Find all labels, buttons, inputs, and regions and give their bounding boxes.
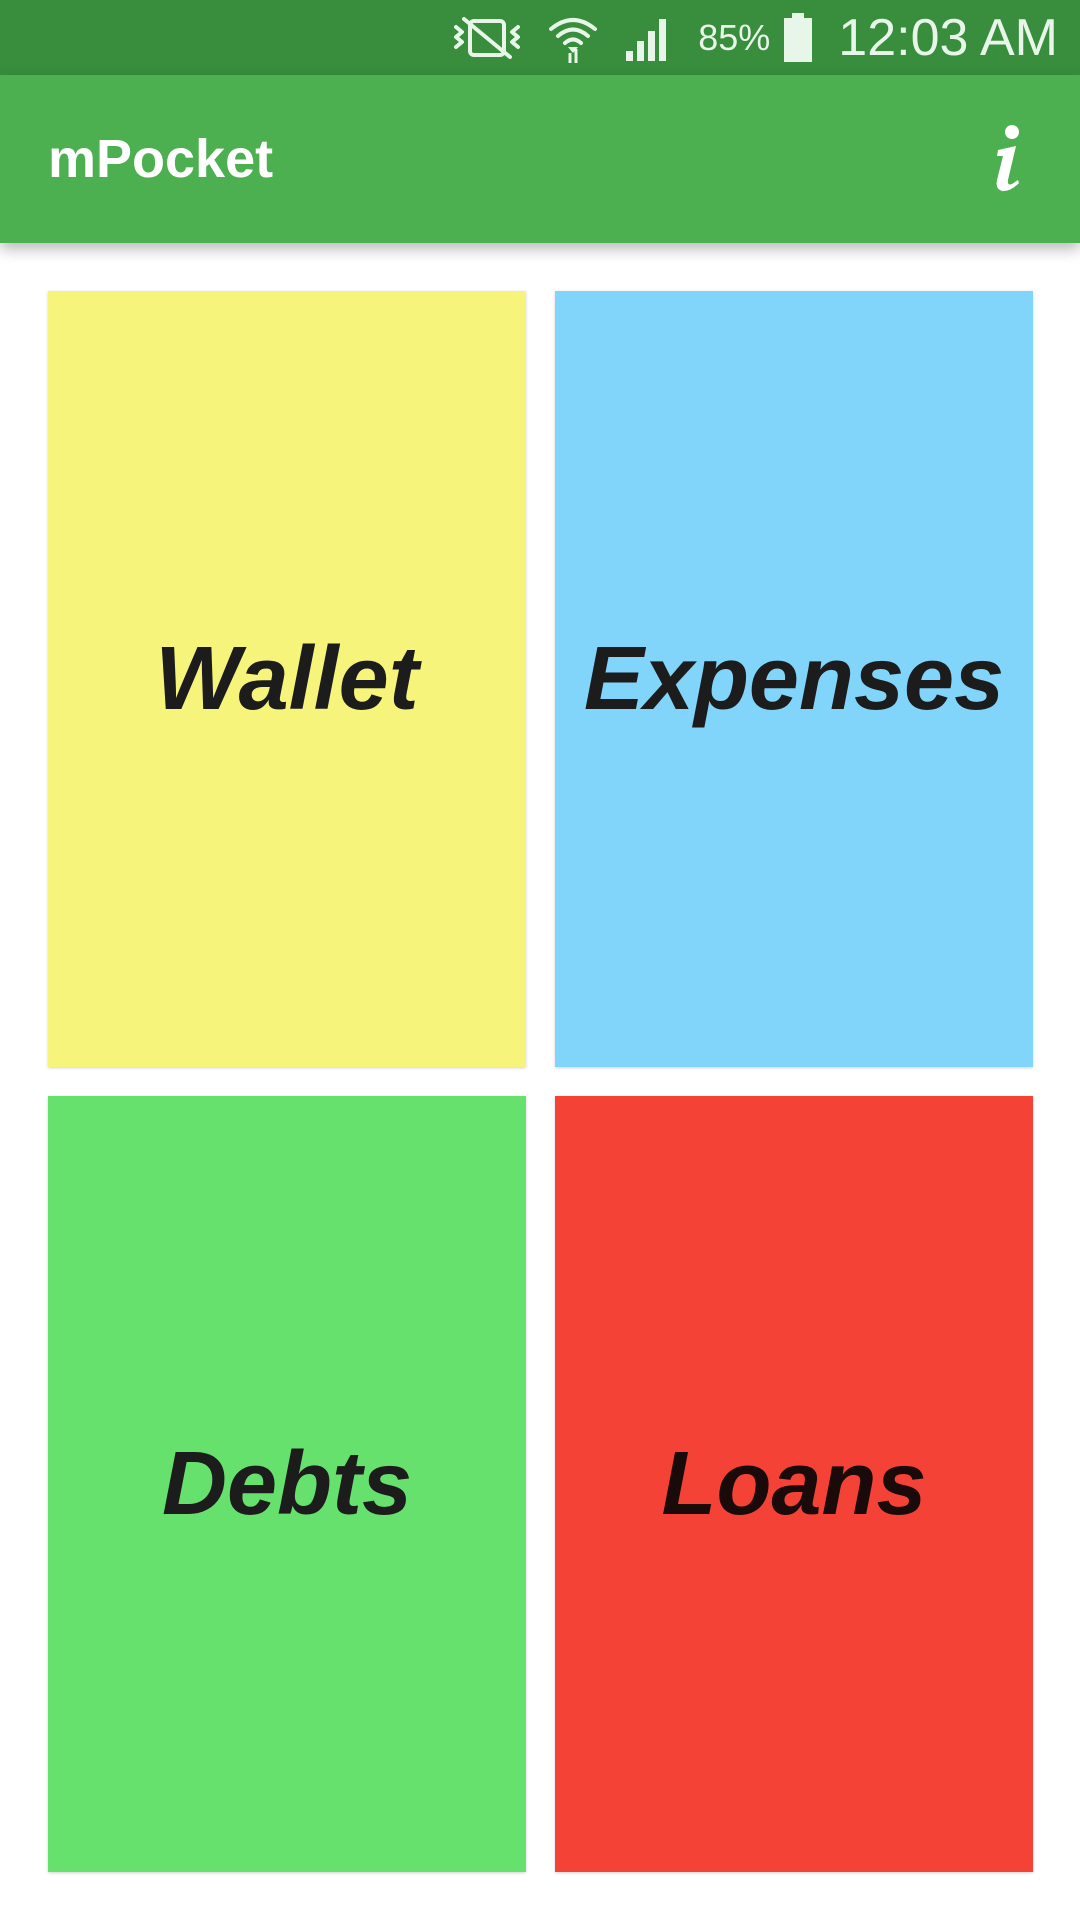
status-time: 12:03 AM <box>838 8 1058 67</box>
battery-percent: 85% <box>698 16 771 58</box>
vibrate-mute-icon <box>452 15 522 61</box>
status-bar: 85% 12:03 AM <box>0 0 1080 75</box>
loans-label: Loans <box>661 1433 927 1534</box>
wallet-label: Wallet <box>155 628 419 729</box>
wifi-icon <box>546 11 600 65</box>
info-icon[interactable] <box>984 124 1028 194</box>
loans-tile[interactable]: Loans <box>555 1096 1033 1872</box>
debts-label: Debts <box>161 1433 413 1534</box>
wallet-tile[interactable]: Wallet <box>48 291 526 1067</box>
debts-tile[interactable]: Debts <box>48 1096 526 1872</box>
expenses-tile[interactable]: Expenses <box>555 291 1033 1067</box>
battery-icon <box>782 12 814 63</box>
app-bar: mPocket <box>0 75 1080 243</box>
app-title: mPocket <box>48 129 274 189</box>
expenses-label: Expenses <box>583 628 1005 729</box>
cell-signal-icon <box>624 13 674 63</box>
info-button[interactable] <box>966 119 1046 199</box>
